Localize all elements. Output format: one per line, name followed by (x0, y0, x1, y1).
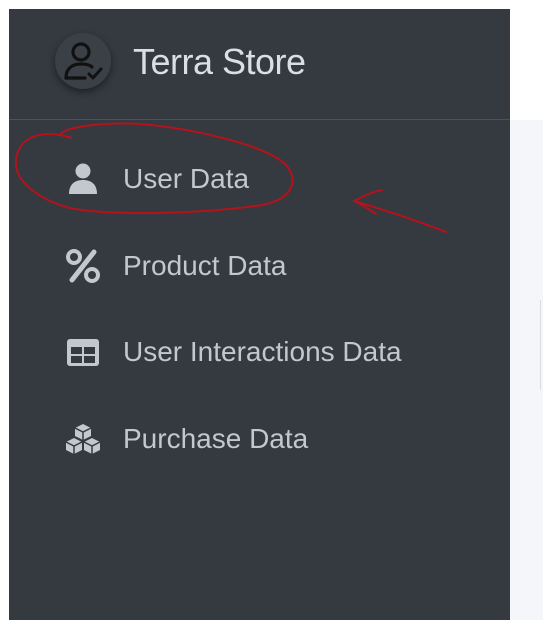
main-content-area (510, 120, 543, 620)
sidebar-item-label: Product Data (123, 250, 287, 281)
sidebar-item-label: Purchase Data (123, 423, 309, 454)
sidebar-item-purchase-data[interactable]: Purchase Data (9, 409, 510, 469)
sidebar-item-label: User Interactions Data (123, 336, 402, 367)
table-icon (65, 334, 101, 370)
cubes-icon (65, 421, 101, 457)
brand-name: Terra Store (133, 41, 306, 82)
sidebar: Terra Store User Data Product Data User … (9, 9, 510, 620)
window: Terra Store User Data Product Data User … (0, 0, 543, 623)
sidebar-item-product-data[interactable]: Product Data (9, 236, 510, 296)
percent-icon (65, 248, 101, 284)
sidebar-item-label: User Data (123, 163, 250, 194)
brand-link[interactable]: Terra Store (9, 9, 510, 120)
user-check-icon (55, 33, 111, 89)
sidebar-item-user-data[interactable]: User Data (9, 149, 510, 209)
user-icon (65, 161, 101, 197)
sidebar-item-user-interactions-data[interactable]: User Interactions Data (9, 322, 510, 382)
